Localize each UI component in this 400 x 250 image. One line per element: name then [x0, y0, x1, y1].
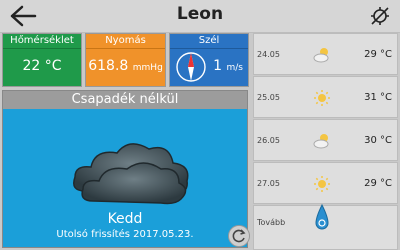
sun-icon — [314, 90, 330, 106]
more-row[interactable]: Tovább — [253, 203, 398, 250]
sun-icon — [314, 176, 330, 192]
partly-cloudy-icon — [313, 48, 329, 63]
forecast-date: 26.05 — [257, 136, 280, 145]
header-bar: Leon — [0, 0, 400, 33]
forecast-row[interactable]: 25.05 31 °C — [253, 76, 398, 118]
wind-unit: m/s — [226, 63, 243, 73]
more-link[interactable]: Tovább — [257, 218, 285, 227]
pressure-tile[interactable]: Nyomás 618.8 mmHg — [85, 33, 166, 87]
forecast-date: 24.05 — [257, 50, 280, 59]
forecast-row[interactable]: 27.05 29 °C — [253, 162, 398, 204]
pressure-label: Nyomás — [86, 34, 165, 49]
forecast-temp: 29 °C — [364, 49, 392, 60]
condition-text: Csapadék nélkül — [3, 91, 247, 109]
partly-cloudy-icon — [313, 134, 329, 149]
compass-icon — [176, 52, 206, 82]
forecast-temp: 29 °C — [364, 178, 392, 189]
no-location-icon[interactable] — [370, 6, 390, 26]
forecast-date: 27.05 — [257, 179, 280, 188]
last-update-text: Utolsó frissítés 2017.05.23. — [56, 229, 194, 240]
day-label: Kedd — [107, 211, 143, 227]
temperature-tile[interactable]: Hőmérséklet 22 °C — [2, 33, 82, 87]
cloud-icon — [73, 143, 189, 205]
pressure-unit: mmHg — [132, 63, 163, 73]
forecast-row[interactable]: 26.05 30 °C — [253, 119, 398, 161]
page-title: Leon — [176, 4, 224, 24]
temperature-label: Hőmérséklet — [3, 34, 81, 49]
wind-tile[interactable]: Szél 1 m/s — [169, 33, 249, 87]
current-weather-panel: Csapadék nélkül Kedd Utolsó frissítés 20… — [2, 90, 250, 248]
wind-label: Szél — [170, 34, 248, 49]
pressure-value: 618.8 — [88, 58, 129, 74]
wind-value: 1 — [213, 58, 222, 74]
refresh-icon — [232, 229, 246, 243]
forecast-temp: 30 °C — [364, 135, 392, 146]
forecast-temp: 31 °C — [364, 92, 392, 103]
forecast-row[interactable]: 24.05 29 °C — [253, 33, 398, 75]
temperature-value: 22 °C — [22, 58, 62, 74]
wind-value-wrap: 1 m/s — [208, 58, 248, 74]
refresh-button[interactable] — [228, 225, 250, 247]
water-drop-icon — [315, 203, 329, 230]
forecast-date: 25.05 — [257, 93, 280, 102]
pressure-value-wrap: 618.8 mmHg — [86, 58, 165, 74]
